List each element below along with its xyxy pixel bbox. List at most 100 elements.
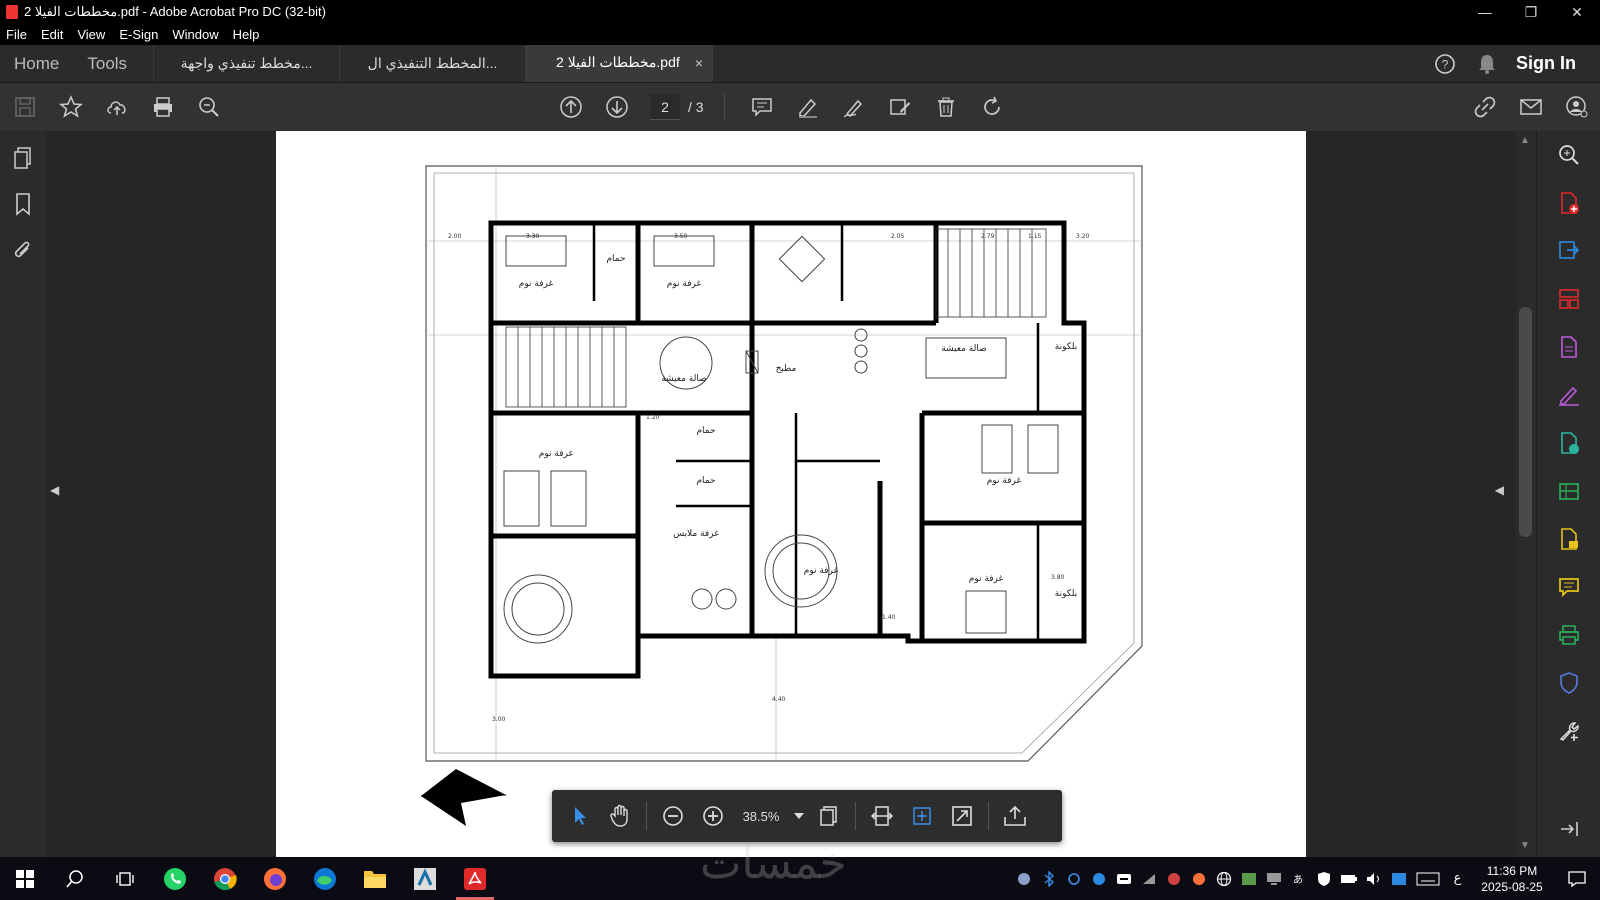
network-icon[interactable] [1161,857,1186,900]
protect-file-icon[interactable] [1537,515,1600,563]
task-view-icon[interactable] [100,857,150,900]
monitor-icon[interactable] [1386,857,1411,900]
menu-help[interactable]: Help [233,27,260,42]
next-page-icon[interactable] [594,87,640,127]
autocad-icon[interactable] [400,857,450,900]
select-arrow-icon[interactable] [560,796,600,836]
close-window-button[interactable]: ✕ [1554,0,1600,24]
zoom-in-icon[interactable] [693,796,733,836]
help-circle-icon[interactable]: ? [1424,45,1466,82]
close-tab-icon[interactable]: × [695,55,703,71]
print-icon[interactable] [140,87,186,127]
menu-esign[interactable]: E-Sign [119,27,158,42]
chrome-icon[interactable] [200,857,250,900]
bookmark-icon[interactable] [0,181,46,227]
app-tray-icon[interactable] [1011,857,1036,900]
page-display-icon[interactable] [809,796,849,836]
bluetooth-icon[interactable] [1036,857,1061,900]
menu-file[interactable]: File [6,27,27,42]
attachment-icon[interactable] [0,227,46,273]
scroll-down-icon[interactable]: ▼ [1520,840,1530,851]
green-tray-icon[interactable] [1236,857,1261,900]
expand-left-pane-icon[interactable]: ◀ [50,483,59,497]
search-icon[interactable] [50,857,100,900]
scroll-up-icon[interactable]: ▲ [1520,135,1530,146]
trash-icon[interactable] [923,87,969,127]
comment-icon[interactable] [739,87,785,127]
minimize-button[interactable]: — [1462,0,1508,24]
media-tray-icon[interactable] [1111,857,1136,900]
export-pdf-icon[interactable] [1537,227,1600,275]
shield-icon[interactable] [1537,659,1600,707]
document-tab[interactable]: مخطط تنفيذي واجهة... [153,45,339,82]
request-signature-icon[interactable] [1537,419,1600,467]
system-clock[interactable]: 11:36 PM 2025-08-25 [1470,863,1554,895]
firefox-tray-icon[interactable] [1186,857,1211,900]
windows-start-icon[interactable] [0,857,50,900]
scrollbar-thumb[interactable] [1519,307,1532,537]
edge-icon[interactable] [300,857,350,900]
zoom-search-icon[interactable] [186,87,232,127]
expand-right-pane-icon[interactable]: ◀ [1495,483,1504,497]
edit-pdf-icon[interactable] [1537,323,1600,371]
notification-icon[interactable] [1554,857,1600,900]
language-indicator[interactable]: ع [1445,857,1470,900]
menu-view[interactable]: View [77,27,105,42]
email-icon[interactable] [1508,87,1554,127]
acrobat-icon[interactable] [450,857,500,900]
hand-pan-icon[interactable] [600,796,640,836]
display-icon[interactable] [1261,857,1286,900]
zoom-dropdown-icon[interactable] [789,796,809,836]
battery-icon[interactable] [1336,857,1361,900]
vertical-scrollbar[interactable]: ▲ ▼ [1516,131,1536,857]
upload-cloud-icon[interactable] [94,87,140,127]
more-tools-icon[interactable] [1537,707,1600,755]
wifi-icon[interactable] [1136,857,1161,900]
document-tab-active[interactable]: مخططات الفيلا 2.pdf × [525,45,714,82]
zoom-out-icon[interactable] [653,796,693,836]
menu-window[interactable]: Window [172,27,218,42]
account-icon[interactable] [1554,87,1600,127]
star-icon[interactable] [48,87,94,127]
whatsapp-icon[interactable] [150,857,200,900]
keyboard-icon[interactable] [1411,857,1445,900]
save-icon[interactable] [2,87,48,127]
file-explorer-icon[interactable] [350,857,400,900]
print-production-icon[interactable] [1537,611,1600,659]
search-zoom-icon[interactable] [1537,131,1600,179]
page-thumbnails-icon[interactable] [0,135,46,181]
create-pdf-icon[interactable] [1537,179,1600,227]
globe-icon[interactable] [1211,857,1236,900]
edit-stamp-icon[interactable] [877,87,923,127]
fill-sign-icon[interactable] [1537,371,1600,419]
document-tab[interactable]: المخطط التنفيذي ال... [339,45,525,82]
restore-button[interactable]: ❐ [1508,0,1554,24]
tab-home[interactable]: Home [0,45,73,82]
fit-page-icon[interactable] [902,796,942,836]
bell-icon[interactable] [1466,45,1508,82]
tab-tools[interactable]: Tools [73,45,153,82]
collapse-pane-icon[interactable] [1537,805,1600,853]
share-upload-icon[interactable] [995,796,1035,836]
volume-icon[interactable] [1361,857,1386,900]
document-canvas[interactable]: ◀ ◀ غرفة نوم غرفة نوم صالة معيشة مطبخ صا… [46,131,1516,857]
menu-edit[interactable]: Edit [41,27,63,42]
page-number-input[interactable]: 2 [650,94,680,120]
share-link-icon[interactable] [1462,87,1508,127]
scan-ocr-icon[interactable] [1537,467,1600,515]
sign-in-button[interactable]: Sign In [1508,45,1600,82]
firefox-icon[interactable] [250,857,300,900]
circle-tray-icon[interactable] [1061,857,1086,900]
highlight-pen-icon[interactable] [785,87,831,127]
blue-tray-icon[interactable] [1086,857,1111,900]
comment-tool-icon[interactable] [1537,563,1600,611]
organize-pages-icon[interactable] [1537,275,1600,323]
ime-icon[interactable]: あ [1286,857,1311,900]
zoom-level-field[interactable]: 38.5% [733,809,789,824]
sign-pen-icon[interactable] [831,87,877,127]
fit-width-icon[interactable] [862,796,902,836]
previous-page-icon[interactable] [548,87,594,127]
full-screen-icon[interactable] [942,796,982,836]
rotate-icon[interactable] [969,87,1015,127]
defender-icon[interactable] [1311,857,1336,900]
